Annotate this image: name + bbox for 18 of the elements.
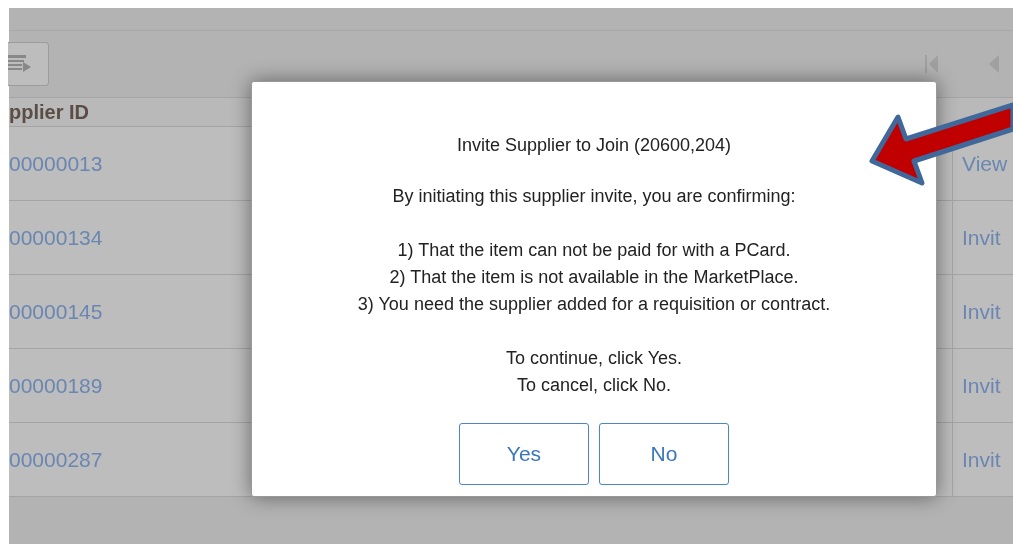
- instruction-text: To continue, click Yes.: [505, 347, 683, 370]
- dialog-button[interactable]: Yes: [459, 423, 589, 485]
- grid-export-button[interactable]: [8, 42, 49, 86]
- condition-text: 3) You need the supplier added for a requisition or contract.: [357, 293, 831, 316]
- instruction-text: To cancel, click No.: [516, 374, 671, 397]
- condition-text: 1) That the item can not be paid for with a PCard.: [397, 239, 791, 262]
- column-header: pplier ID: [9, 100, 89, 124]
- dialog-button[interactable]: No: [599, 423, 729, 485]
- table-arrow-icon: [8, 53, 32, 75]
- supplier-id-link[interactable]: 00000145: [9, 299, 103, 324]
- supplier-id-link[interactable]: 00000287: [9, 447, 103, 472]
- supplier-id-link[interactable]: 00000134: [9, 225, 103, 250]
- supplier-id-link[interactable]: 00000189: [9, 373, 103, 398]
- dialog-intro: By initiating this supplier invite, you are confirming:: [392, 185, 796, 208]
- supplier-id-link[interactable]: 00000013: [9, 151, 103, 176]
- dialog-title: Invite Supplier to Join (20600,204): [456, 134, 732, 157]
- first-page-icon[interactable]: [925, 55, 939, 73]
- condition-text: 2) That the item is not available in the MarketPlace.: [389, 266, 799, 289]
